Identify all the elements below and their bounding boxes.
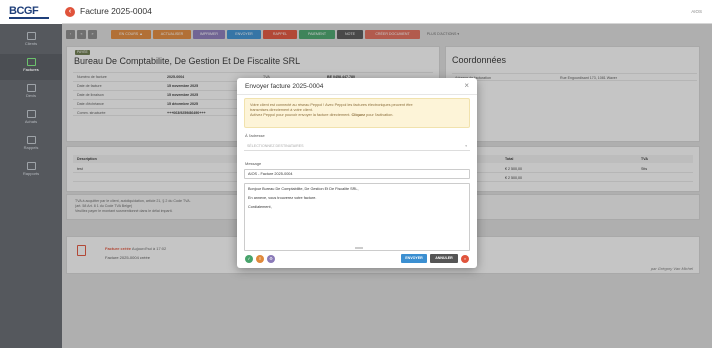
quote-icon [26,84,36,92]
alert-text: pour l'activation. [366,113,394,117]
sidebar: Clients Factures Devis Achats Rappels Ra… [0,24,62,348]
attach-icon[interactable]: ✓ [245,255,253,263]
user-menu[interactable]: AIOS [691,9,702,14]
sidebar-item-clients[interactable]: Clients [0,28,62,54]
resize-handle[interactable] [355,247,363,249]
divider [237,94,477,95]
reminder-icon [26,136,36,144]
sidebar-item-label: Achats [24,119,38,124]
sidebar-item-label: Factures [23,67,39,72]
top-bar: BCGF ‹ Facture 2025-0004 AIOS [0,0,712,24]
send-invoice-modal: Envoyer facture 2025-0004 × Votre client… [237,78,477,268]
delete-icon[interactable]: × [461,255,469,263]
recipients-select[interactable]: SÉLECTIONNEZ DESTINATAIRES ▾ [244,141,470,151]
chevron-down-icon: ▾ [465,144,467,148]
sidebar-item-label: Rapports [22,171,40,176]
recipients-placeholder: SÉLECTIONNEZ DESTINATAIRES [247,144,304,148]
sidebar-item-factures[interactable]: Factures [0,54,62,80]
peppol-alert: Votre client est connecté au réseau Pepp… [244,98,470,128]
users-icon [26,32,36,40]
message-line: Cordialement, [248,205,272,209]
subject-input[interactable]: AIOS - Facture 2025-0004 [244,169,470,179]
template-icon[interactable]: ≡ [256,255,264,263]
sidebar-item-achats[interactable]: Achats [0,106,62,132]
sidebar-item-label: Clients [24,41,38,46]
page-title: Facture 2025-0004 [80,6,152,16]
cancel-button[interactable]: ANNULER [430,254,458,263]
message-textarea[interactable]: Bonjour Bureau De Comptabilite, De Gesti… [244,183,470,251]
logo-underline [9,17,49,19]
sidebar-item-rappels[interactable]: Rappels [0,132,62,158]
close-icon[interactable]: × [464,81,469,90]
alert-text: Activez Peppol pour pouvoir envoyer la f… [250,113,351,117]
modal-title: Envoyer facture 2025-0004 [245,83,324,90]
logo-text: BCGF [9,5,39,17]
activate-peppol-link[interactable]: Cliquez [352,113,366,117]
invoice-icon [26,58,36,66]
sidebar-item-rapports[interactable]: Rapports [0,158,62,184]
sidebar-item-label: Devis [25,93,36,98]
purchase-icon [26,110,36,118]
message-line: En annexe, vous trouverez votre facture. [248,196,317,200]
send-button[interactable]: ENVOYER [401,254,427,263]
logo[interactable]: BCGF [0,0,62,24]
message-label: Message [245,161,262,166]
chart-icon [26,162,36,170]
sidebar-item-devis[interactable]: Devis [0,80,62,106]
sidebar-item-label: Rappels [23,145,39,150]
message-line: Bonjour Bureau De Comptabilite, De Gesti… [248,187,359,191]
recipients-label: À l'adresse [245,133,265,138]
options-icon[interactable]: ⚙ [267,255,275,263]
alert-line: Activez Peppol pour pouvoir envoyer la f… [250,113,464,118]
back-icon[interactable]: ‹ [65,7,75,17]
